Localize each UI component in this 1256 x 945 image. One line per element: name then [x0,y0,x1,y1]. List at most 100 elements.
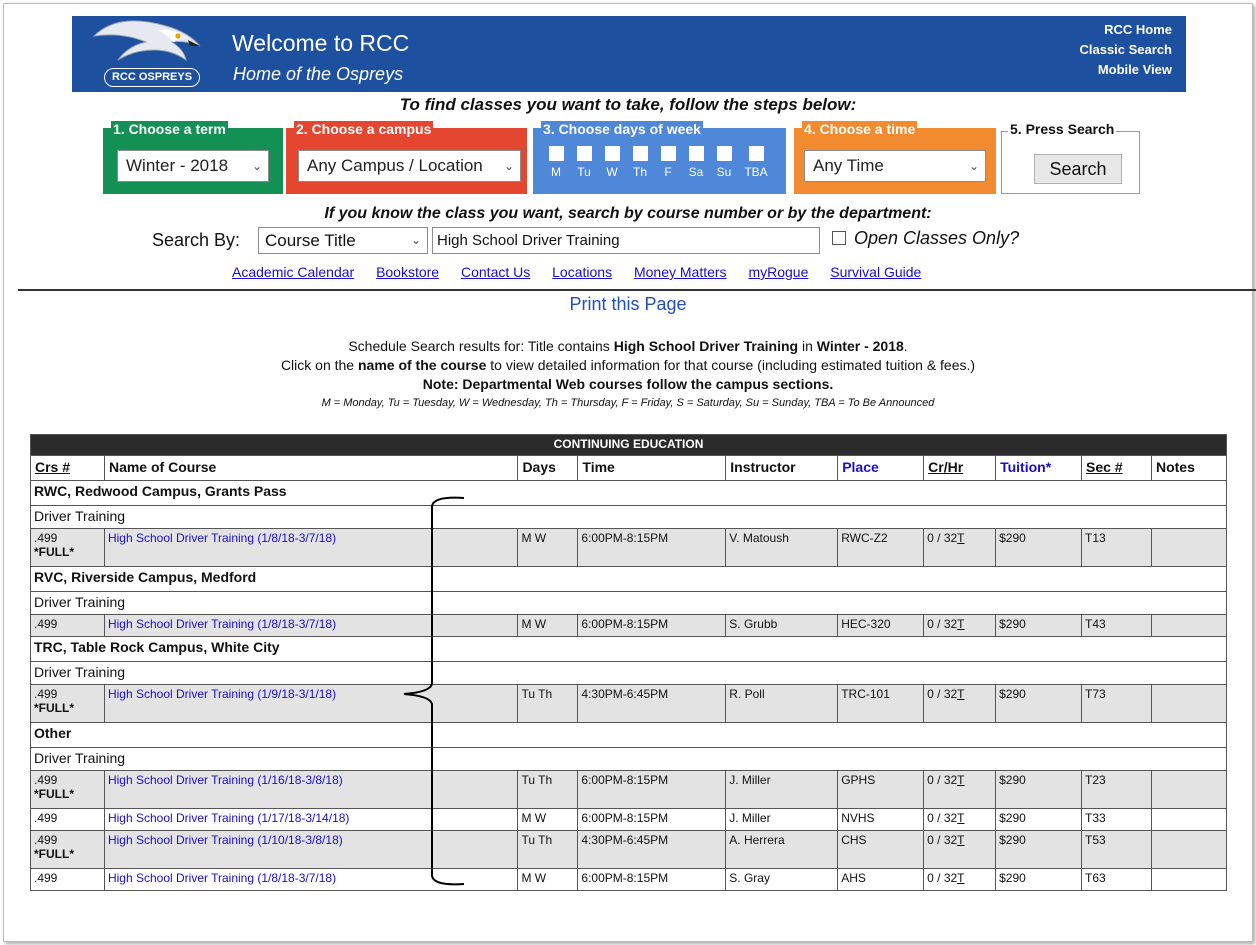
cr-hr-type[interactable]: T [957,531,964,545]
day-w[interactable]: W [601,146,623,179]
day-tu[interactable]: Tu [573,146,595,179]
time-select[interactable]: Any Time ⌄ [804,150,986,182]
checkbox[interactable] [632,146,648,161]
open-classes-checkbox[interactable] [832,231,846,245]
search-button[interactable]: Search [1034,154,1122,184]
header-name: Name of Course [103,455,519,481]
cell-tuition: $290 [995,684,1083,723]
day-f[interactable]: F [657,146,679,179]
bookstore-link[interactable]: Bookstore [376,264,439,280]
full-badge: *FULL* [34,847,74,861]
step-term: 1. Choose a term Winter - 2018 ⌄ [103,121,283,194]
locations-link[interactable]: Locations [552,264,612,280]
search-by-select[interactable]: Course Title ⌄ [258,227,428,254]
money-matters-link[interactable]: Money Matters [634,264,727,280]
course-link[interactable]: High School Driver Training (1/10/18-3/8… [108,833,343,847]
checkbox[interactable] [604,146,620,161]
cell-time: 6:00PM-8:15PM [577,770,727,809]
course-link[interactable]: High School Driver Training (1/8/18-3/7/… [108,871,336,885]
checkbox[interactable] [660,146,676,161]
cell-tuition: $290 [995,868,1083,891]
day-label: Tu [577,165,591,179]
mobile-view-link[interactable]: Mobile View [1079,60,1172,80]
cell-tuition: $290 [995,614,1083,637]
header-place[interactable]: Place [837,455,925,481]
chevron-down-icon: ⌄ [968,159,979,173]
cell-tuition: $290 [995,830,1083,869]
cell-crs: .499 [30,808,105,831]
term-select[interactable]: Winter - 2018 ⌄ [117,150,269,182]
day-m[interactable]: M [545,146,567,179]
bracket-annotation [403,496,465,886]
step-days-legend: 3. Choose days of week [541,121,703,137]
rcc-home-link[interactable]: RCC Home [1079,20,1172,40]
day-tba[interactable]: TBA [741,146,771,179]
rcc-logo[interactable]: RCC OSPREYS [88,16,214,92]
checkbox[interactable] [688,146,704,161]
cr-hr-type[interactable]: T [957,833,964,847]
divider [18,289,1256,291]
cr-hr-type[interactable]: T [957,773,964,787]
cell-cr-hr: 0 / 32T [923,528,997,567]
header-crs[interactable]: Crs # [30,455,105,481]
open-classes-only[interactable]: Open Classes Only? [832,228,1019,249]
step-campus-legend: 2. Choose a campus [294,121,434,137]
checkbox[interactable] [716,146,732,161]
academic-calendar-link[interactable]: Academic Calendar [232,264,354,280]
logo-text: RCC OSPREYS [104,68,200,87]
checkbox[interactable] [748,146,764,161]
survival-guide-link[interactable]: Survival Guide [830,264,921,280]
cr-hr-value: 0 / 32 [927,773,958,787]
cell-place: TRC-101 [837,684,925,723]
full-badge: *FULL* [34,545,74,559]
checkbox[interactable] [548,146,564,161]
tuition-label[interactable]: Tuition* [1000,459,1051,475]
search-by-select-value: Course Title [265,231,356,250]
results-text: to view detailed information for that co… [486,357,976,373]
course-link[interactable]: High School Driver Training (1/8/18-3/7/… [108,617,336,631]
course-link[interactable]: High School Driver Training (1/9/18-3/1/… [108,687,336,701]
day-th[interactable]: Th [629,146,651,179]
schedule-table: CONTINUING EDUCATION Crs # Name of Cours… [30,434,1228,891]
day-su[interactable]: Su [713,146,735,179]
cr-hr-type[interactable]: T [957,811,964,825]
search-query-input[interactable]: High School Driver Training [432,227,820,254]
cell-days: M W [517,808,579,831]
cr-hr-type[interactable]: T [957,617,964,631]
course-link[interactable]: High School Driver Training (1/8/18-3/7/… [108,531,336,545]
table-row: .499 *FULL* High School Driver Training (1… [30,528,1228,567]
campus-name: TRC, Table Rock Campus, White City [30,636,1227,662]
day-label: Th [632,165,647,179]
department-name: Driver Training [30,505,1227,529]
results-summary: Schedule Search results for: Title conta… [0,337,1256,413]
step-search: 5. Press Search Search [1001,121,1140,194]
header-tuition[interactable]: Tuition* [995,455,1083,481]
cell-sec: T73 [1081,684,1152,723]
print-page-link[interactable]: Print this Page [0,294,1256,315]
day-label: W [606,165,618,179]
course-number: .499 [34,773,58,787]
checkbox[interactable] [576,146,592,161]
header-time: Time [577,455,727,481]
day-sa[interactable]: Sa [685,146,707,179]
header-instructor: Instructor [725,455,839,481]
cell-tuition: $290 [995,528,1083,567]
campus-name: RVC, Riverside Campus, Medford [30,566,1227,592]
classic-search-link[interactable]: Classic Search [1079,40,1172,60]
chevron-down-icon: ⌄ [410,233,421,247]
cr-hr-type[interactable]: T [957,871,964,885]
results-text: in [798,338,817,354]
course-link[interactable]: High School Driver Training (1/16/18-3/8… [108,773,343,787]
header-cr-hr[interactable]: Cr/Hr [923,455,997,481]
cell-tuition: $290 [995,808,1083,831]
contact-us-link[interactable]: Contact Us [461,264,530,280]
cell-place: NVHS [837,808,925,831]
campus-row: RWC, Redwood Campus, Grants Pass [30,480,1227,506]
campus-select[interactable]: Any Campus / Location ⌄ [298,150,521,182]
header-sec[interactable]: Sec # [1081,455,1152,481]
cell-cr-hr: 0 / 32T [923,830,997,869]
course-link[interactable]: High School Driver Training (1/17/18-3/1… [108,811,349,825]
cr-hr-type[interactable]: T [957,687,964,701]
search-by-label: Search By: [152,230,241,250]
myrogue-link[interactable]: myRogue [748,264,808,280]
